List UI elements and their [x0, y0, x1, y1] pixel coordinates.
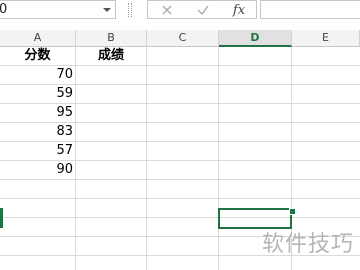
grid-line — [0, 217, 360, 218]
formula-bar-grip[interactable] — [128, 3, 132, 17]
column-header-d[interactable]: D — [219, 30, 292, 47]
insert-function-button[interactable]: fx — [226, 1, 252, 19]
column-header-e[interactable]: E — [292, 30, 360, 47]
column-header-a[interactable]: A — [0, 30, 76, 47]
cell-b1[interactable]: 成绩 — [76, 47, 146, 65]
grid-line — [0, 179, 360, 180]
column-header-b[interactable]: B — [76, 30, 147, 47]
grid-line — [0, 198, 360, 199]
cell-a7[interactable]: 90 — [0, 161, 75, 179]
cell-a3[interactable]: 59 — [0, 85, 75, 103]
formula-bar-area: 0 fx — [0, 0, 360, 26]
formula-input[interactable] — [260, 0, 360, 19]
cell-a5[interactable]: 83 — [0, 123, 75, 141]
fx-label: fx — [232, 2, 246, 18]
cell-a2[interactable]: 70 — [0, 66, 75, 84]
column-letter: D — [250, 31, 260, 44]
watermark-text: 软件技巧 — [261, 232, 354, 257]
name-box-value: 0 — [0, 2, 8, 17]
enter-check-icon[interactable] — [190, 1, 216, 19]
name-box-dropdown-icon[interactable] — [100, 1, 114, 18]
fill-handle[interactable] — [289, 208, 296, 215]
cancel-icon[interactable] — [154, 1, 180, 19]
name-box[interactable]: 0 — [0, 0, 116, 19]
cell-a6[interactable]: 57 — [0, 142, 75, 160]
column-header-c[interactable]: C — [147, 30, 219, 47]
column-letter: B — [107, 31, 115, 44]
cell-a4[interactable]: 95 — [0, 104, 75, 122]
column-letter: A — [33, 31, 42, 44]
formula-buttons: fx — [147, 0, 257, 19]
row-selection-marker — [0, 208, 3, 228]
cell-a1[interactable]: 分数 — [0, 47, 75, 65]
column-letter: C — [178, 31, 187, 44]
column-letter: E — [322, 31, 329, 44]
